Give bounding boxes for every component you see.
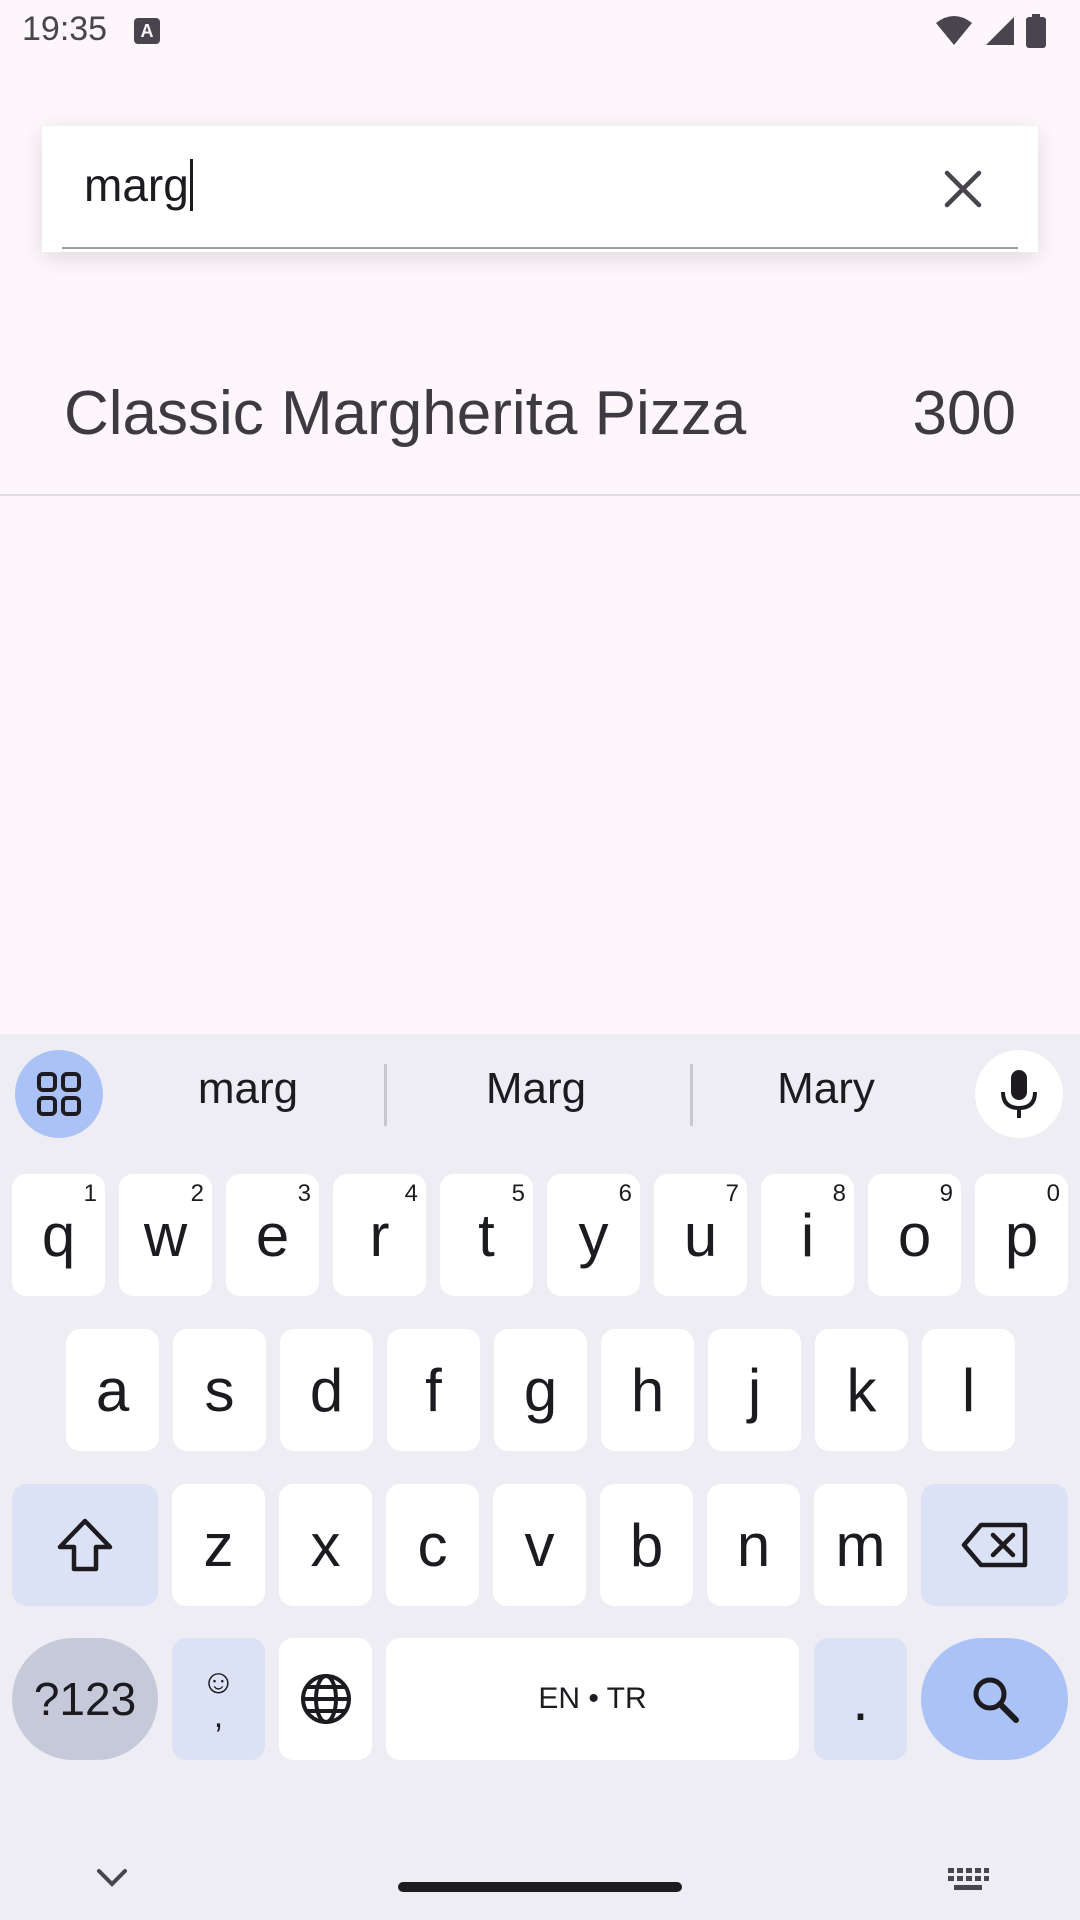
status-bar: 19:35 A — [0, 0, 1080, 64]
key-hint: 8 — [832, 1180, 846, 1207]
key-g[interactable]: g — [494, 1329, 587, 1451]
result-name: Classic Margherita Pizza — [64, 379, 747, 448]
key-h[interactable]: h — [601, 1329, 694, 1451]
key-x[interactable]: x — [279, 1484, 372, 1606]
shift-key[interactable] — [12, 1484, 158, 1606]
key-c[interactable]: c — [386, 1484, 479, 1606]
key-hint: 5 — [511, 1180, 525, 1207]
key-label: y — [578, 1201, 609, 1269]
soft-keyboard: marg Marg Mary q1w2e3r4t5y6u7i8o9p0 asdf… — [0, 1034, 1080, 1920]
signal-icon — [986, 17, 1014, 45]
key-r[interactable]: r4 — [333, 1174, 426, 1296]
key-k[interactable]: k — [815, 1329, 908, 1451]
search-icon — [973, 1677, 1019, 1723]
close-icon — [944, 170, 982, 208]
key-hint: 3 — [297, 1180, 311, 1207]
space-key[interactable]: EN • TR — [386, 1638, 799, 1760]
navigation-bar — [0, 1796, 1080, 1920]
period-key[interactable]: . — [814, 1638, 907, 1760]
search-bar: marg — [42, 126, 1038, 252]
key-hint: 9 — [939, 1180, 953, 1207]
backspace-icon — [961, 1522, 1027, 1568]
key-l[interactable]: l — [922, 1329, 1015, 1451]
key-d[interactable]: d — [280, 1329, 373, 1451]
key-label: p — [1004, 1201, 1039, 1269]
backspace-key[interactable] — [921, 1484, 1068, 1606]
key-p[interactable]: p0 — [975, 1174, 1068, 1296]
result-value: 300 — [912, 379, 1016, 448]
key-m[interactable]: m — [814, 1484, 907, 1606]
hide-keyboard-chevron-icon[interactable] — [96, 1868, 128, 1888]
emoji-comma-key[interactable]: ☺ , — [172, 1638, 265, 1760]
status-time: 19:35 — [22, 10, 108, 48]
key-label: o — [897, 1201, 932, 1269]
key-label: r — [369, 1201, 390, 1269]
key-u[interactable]: u7 — [654, 1174, 747, 1296]
suggestion-divider — [690, 1064, 693, 1126]
key-hint: 0 — [1046, 1180, 1060, 1207]
key-s[interactable]: s — [173, 1329, 266, 1451]
key-i[interactable]: i8 — [761, 1174, 854, 1296]
key-label: w — [143, 1201, 188, 1269]
key-v[interactable]: v — [493, 1484, 586, 1606]
voice-input-button[interactable] — [975, 1050, 1063, 1138]
clear-search-button[interactable] — [928, 154, 998, 224]
suggestion-2[interactable]: Marg — [416, 1064, 656, 1114]
key-label: e — [255, 1201, 290, 1269]
grid-icon — [37, 1072, 81, 1116]
key-j[interactable]: j — [708, 1329, 801, 1451]
battery-icon — [1026, 14, 1046, 48]
key-f[interactable]: f — [387, 1329, 480, 1451]
key-z[interactable]: z — [172, 1484, 265, 1606]
search-input-text: marg — [84, 159, 189, 211]
key-hint: 7 — [725, 1180, 739, 1207]
key-label: q — [41, 1201, 76, 1269]
microphone-icon — [1001, 1070, 1037, 1118]
key-hint: 2 — [190, 1180, 204, 1207]
search-underline — [62, 247, 1018, 249]
key-hint: 6 — [618, 1180, 632, 1207]
key-n[interactable]: n — [707, 1484, 800, 1606]
symbols-key[interactable]: ?123 — [12, 1638, 158, 1760]
key-hint: 4 — [404, 1180, 418, 1207]
key-label: t — [478, 1201, 495, 1269]
suggestion-divider — [384, 1064, 387, 1126]
search-key[interactable] — [921, 1638, 1068, 1760]
text-cursor — [189, 159, 193, 211]
language-key[interactable] — [279, 1638, 372, 1760]
search-input[interactable]: marg — [84, 158, 193, 212]
suggestion-3[interactable]: Mary — [706, 1064, 946, 1114]
key-label: u — [683, 1201, 718, 1269]
key-hint: 1 — [83, 1180, 97, 1207]
key-a[interactable]: a — [66, 1329, 159, 1451]
wifi-icon — [936, 16, 972, 45]
key-w[interactable]: w2 — [119, 1174, 212, 1296]
keyboard-apps-button[interactable] — [15, 1050, 103, 1138]
keyboard-switch-icon[interactable] — [946, 1866, 990, 1892]
suggestion-bar: marg Marg Mary — [0, 1034, 1080, 1154]
key-q[interactable]: q1 — [12, 1174, 105, 1296]
key-y[interactable]: y6 — [547, 1174, 640, 1296]
key-o[interactable]: o9 — [868, 1174, 961, 1296]
suggestion-1[interactable]: marg — [128, 1064, 368, 1114]
key-label: i — [800, 1201, 815, 1269]
comma-label: , — [213, 1697, 224, 1735]
key-e[interactable]: e3 — [226, 1174, 319, 1296]
key-t[interactable]: t5 — [440, 1174, 533, 1296]
globe-icon — [300, 1674, 351, 1724]
emoji-icon: ☺ — [201, 1663, 236, 1701]
text-indicator-icon: A — [134, 18, 160, 44]
list-item[interactable]: Classic Margherita Pizza 300 — [0, 352, 1080, 496]
shift-icon — [57, 1518, 113, 1572]
home-indicator[interactable] — [398, 1882, 682, 1892]
key-b[interactable]: b — [600, 1484, 693, 1606]
status-icons — [934, 14, 1046, 48]
